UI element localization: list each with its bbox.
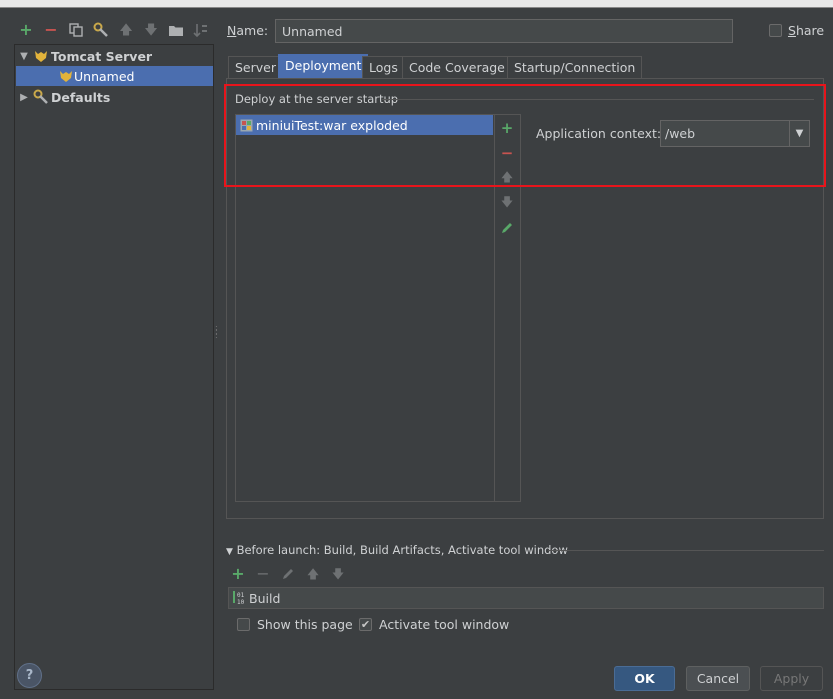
window-title-bar <box>0 0 833 8</box>
remove-configuration-button[interactable]: − <box>41 20 61 40</box>
name-label: Name: <box>227 23 269 38</box>
before-launch-title[interactable]: ▼ Before launch: Build, Build Artifacts,… <box>226 543 568 557</box>
tab-code-coverage[interactable]: Code Coverage <box>402 56 512 78</box>
copy-icon <box>69 23 83 37</box>
move-down-button[interactable]: 🡇 <box>141 20 161 40</box>
edit-task-button[interactable] <box>278 564 298 584</box>
wrench-icon <box>93 22 108 37</box>
tomcat-icon <box>31 49 51 63</box>
svg-text:01: 01 <box>237 592 245 599</box>
add-configuration-button[interactable]: + <box>16 20 36 40</box>
tomcat-icon <box>58 69 74 83</box>
tree-item-defaults[interactable]: ▶ Defaults <box>17 87 110 107</box>
tab-startup-connection[interactable]: Startup/Connection <box>507 56 643 78</box>
cancel-button[interactable]: Cancel <box>686 666 750 691</box>
tab-logs[interactable]: Logs <box>362 56 405 78</box>
edit-defaults-button[interactable] <box>91 20 111 40</box>
tree-item-label: Defaults <box>51 89 111 105</box>
sort-button[interactable] <box>191 20 211 40</box>
copy-configuration-button[interactable] <box>66 20 86 40</box>
configuration-tree[interactable]: ▼ Tomcat Server Unnamed ▶ Defaults <box>14 44 214 690</box>
sort-icon <box>193 24 207 38</box>
show-page-label: Show this page <box>257 617 353 632</box>
pencil-icon <box>283 569 293 579</box>
wrench-icon <box>31 89 51 105</box>
pencil-icon <box>502 223 512 233</box>
tab-server[interactable]: Server <box>228 56 283 78</box>
help-button[interactable]: ? <box>17 663 42 688</box>
move-artifact-down-button[interactable]: 🡇 <box>499 194 515 212</box>
folder-button[interactable] <box>166 20 186 40</box>
share-checkbox[interactable] <box>769 24 782 37</box>
activate-tool-window-checkbox[interactable]: ✔ <box>359 618 372 631</box>
svg-text:10: 10 <box>237 599 245 606</box>
before-launch-list[interactable]: 01 10 Build <box>228 587 824 609</box>
tab-deployment[interactable]: Deployment <box>278 54 369 78</box>
add-task-button[interactable]: + <box>228 564 248 584</box>
move-task-down-button[interactable]: 🡇 <box>328 564 348 584</box>
build-icon: 01 10 <box>232 590 246 609</box>
edit-artifact-button[interactable] <box>499 219 515 237</box>
before-launch-divider <box>548 550 824 551</box>
folder-icon <box>169 26 183 36</box>
ok-button[interactable]: OK <box>614 666 675 691</box>
tree-item-label: Unnamed <box>74 68 135 84</box>
remove-task-button[interactable]: − <box>253 564 273 584</box>
show-page-checkbox[interactable] <box>237 618 250 631</box>
splitter-handle[interactable]: ::: <box>215 324 219 340</box>
move-task-up-button[interactable]: 🡅 <box>303 564 323 584</box>
red-highlight-box <box>224 84 826 187</box>
tree-item-tomcat-server[interactable]: ▼ Tomcat Server <box>17 46 152 66</box>
share-label: Share <box>788 23 825 38</box>
name-input[interactable] <box>275 19 733 43</box>
tree-item-label: Tomcat Server <box>51 48 153 64</box>
move-up-button[interactable]: 🡅 <box>116 20 136 40</box>
apply-button[interactable]: Apply <box>760 666 823 691</box>
expand-right-icon[interactable]: ▶ <box>17 92 31 103</box>
collapse-icon[interactable]: ▼ <box>226 547 233 557</box>
expand-down-icon[interactable]: ▼ <box>17 51 31 62</box>
tree-item-unnamed[interactable]: Unnamed <box>16 66 213 86</box>
activate-tool-window-label: Activate tool window <box>379 617 510 632</box>
